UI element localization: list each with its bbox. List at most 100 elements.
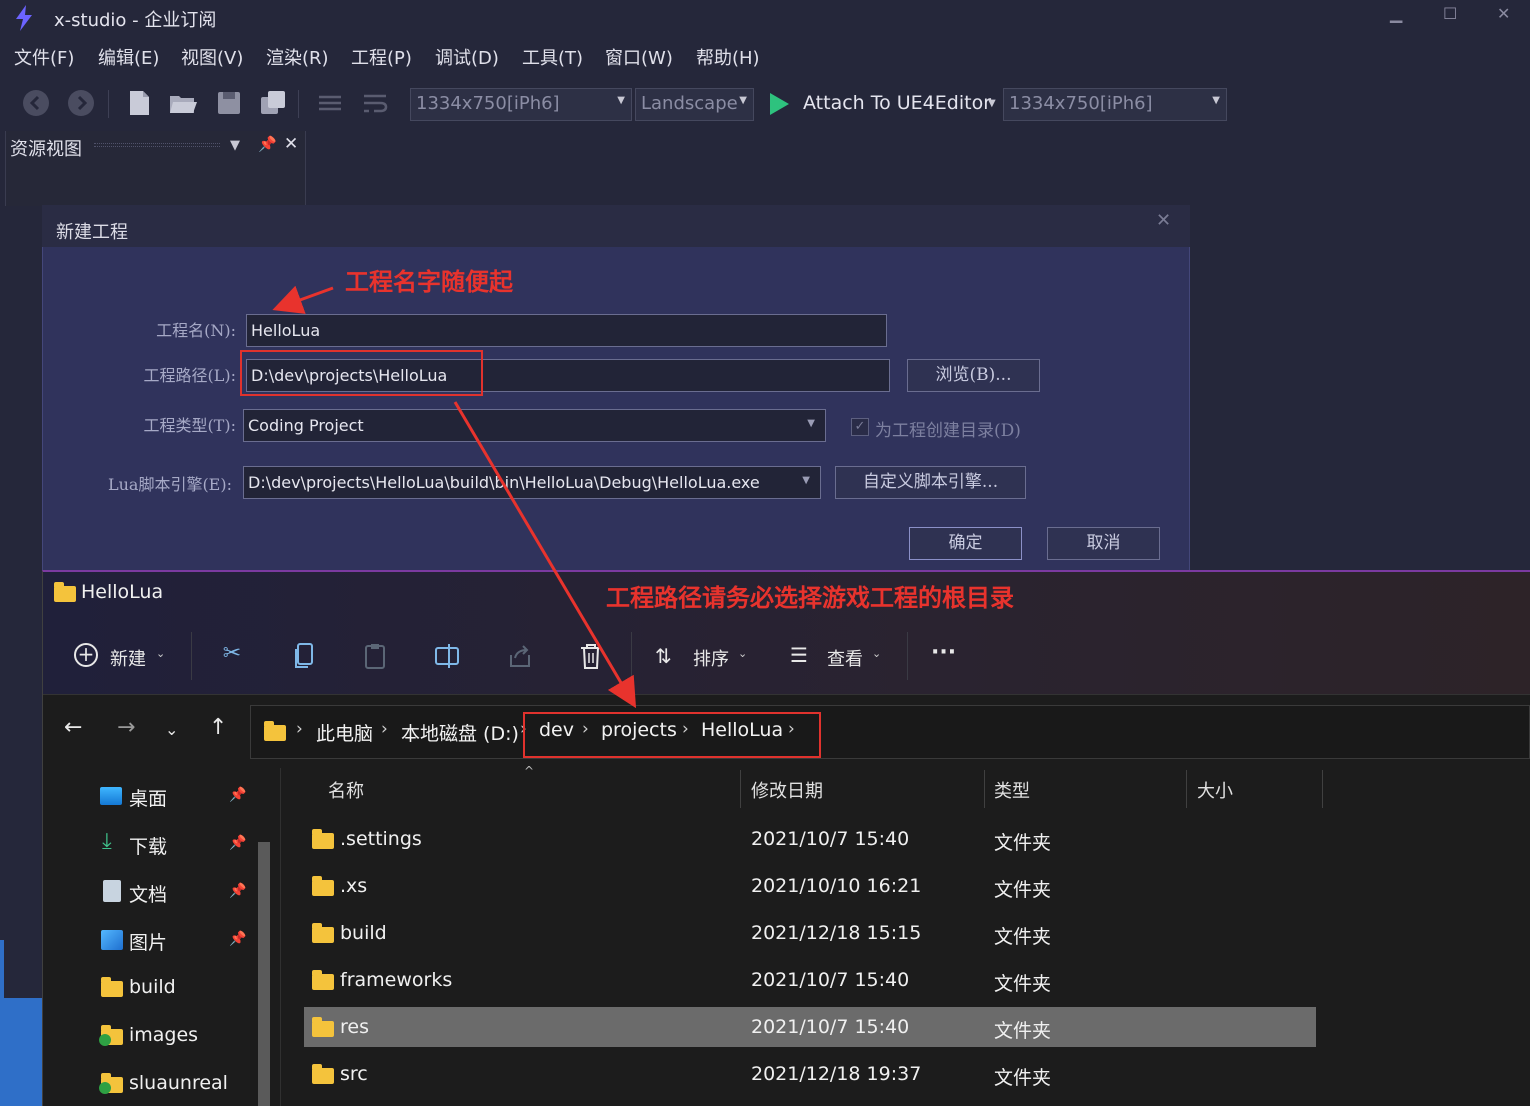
pin-icon[interactable]: 📌 (229, 931, 246, 947)
table-row[interactable]: src 2021/12/18 19:37 文件夹 (304, 1054, 1316, 1094)
resolution-select-2[interactable]: 1334x750[iPh6] ▼ (1003, 88, 1227, 121)
menu-debug[interactable]: 调试(D) (435, 44, 499, 70)
menu-view[interactable]: 视图(V) (181, 44, 243, 70)
forward-icon[interactable] (66, 88, 96, 118)
play-icon[interactable] (768, 92, 790, 116)
save-all-icon[interactable] (258, 88, 288, 118)
save-icon[interactable] (214, 88, 244, 118)
menu-project[interactable]: 工程(P) (351, 44, 412, 70)
open-folder-icon[interactable] (168, 88, 198, 118)
table-row[interactable]: build 2021/12/18 15:15 文件夹 (304, 913, 1316, 953)
table-row[interactable]: .xs 2021/10/10 16:21 文件夹 (304, 866, 1316, 906)
column-header-type[interactable]: 类型 (994, 777, 1030, 803)
table-row[interactable]: frameworks 2021/10/7 15:40 文件夹 (304, 960, 1316, 1000)
more-options-button[interactable]: ··· (931, 640, 956, 665)
cut-icon[interactable]: ✂ (217, 641, 247, 671)
nav-item-downloads[interactable]: 下载 (129, 832, 167, 859)
copy-icon[interactable] (292, 641, 318, 671)
menu-help[interactable]: 帮助(H) (696, 44, 760, 70)
delete-icon[interactable] (578, 641, 604, 671)
menu-file[interactable]: 文件(F) (14, 44, 74, 70)
dialog-close-icon[interactable]: ✕ (1156, 210, 1171, 231)
folder-icon (312, 970, 334, 990)
pane-divider[interactable] (280, 768, 281, 1106)
rename-icon[interactable] (434, 641, 462, 671)
resolution-select[interactable]: 1334x750[iPh6] ▼ (410, 88, 632, 121)
desktop-icon (100, 787, 122, 805)
column-separator[interactable] (1322, 770, 1323, 808)
list-icon[interactable] (315, 88, 345, 118)
nav-item-pictures[interactable]: 图片 (129, 928, 167, 955)
column-header-size[interactable]: 大小 (1197, 777, 1233, 803)
lua-engine-select[interactable]: D:\dev\projects\HelloLua\build\bin\Hello… (243, 466, 821, 499)
column-separator[interactable] (1186, 770, 1187, 808)
panel-dropdown-icon[interactable]: ▼ (230, 138, 240, 153)
breadcrumb-local-disk[interactable]: 本地磁盘 (D:) (401, 719, 519, 746)
breadcrumb-this-pc[interactable]: 此电脑 (316, 719, 373, 746)
folder-icon (264, 721, 286, 741)
new-file-icon[interactable] (124, 88, 154, 118)
panel-close-icon[interactable]: ✕ (284, 134, 298, 154)
attach-ue4editor-button[interactable]: Attach To UE4Editor (803, 92, 991, 114)
table-row-selected[interactable]: res 2021/10/7 15:40 文件夹 (304, 1007, 1316, 1047)
new-button[interactable]: 新建 (110, 645, 146, 671)
sort-arrows-icon[interactable]: ⇅ (655, 644, 672, 668)
table-row[interactable]: .settings 2021/10/7 15:40 文件夹 (304, 819, 1316, 859)
minimize-button[interactable]: ▁ (1390, 4, 1402, 23)
wrap-icon[interactable] (360, 88, 390, 118)
ok-button[interactable]: 确定 (909, 527, 1022, 560)
breadcrumb-chevron-icon[interactable]: › (296, 719, 303, 739)
share-icon[interactable] (507, 641, 533, 671)
nav-pane-scrollbar[interactable] (258, 842, 270, 1106)
pin-icon[interactable]: 📌 (229, 835, 246, 851)
nav-item-desktop[interactable]: 桌面 (129, 784, 167, 811)
pin-icon[interactable]: 📌 (229, 883, 246, 899)
project-name-input[interactable]: HelloLua (246, 314, 887, 347)
pin-icon[interactable]: 📌 (229, 787, 246, 803)
back-icon[interactable] (21, 88, 51, 118)
nav-item-documents[interactable]: 文档 (129, 880, 167, 907)
file-date: 2021/12/18 15:15 (751, 922, 922, 944)
file-type: 文件夹 (994, 832, 1052, 854)
menu-window[interactable]: 窗口(W) (605, 44, 673, 70)
menu-tools[interactable]: 工具(T) (522, 44, 583, 70)
custom-engine-button[interactable]: 自定义脚本引擎... (835, 466, 1026, 499)
nav-item-sluaunreal[interactable]: sluaunreal (129, 1072, 228, 1094)
back-arrow-icon[interactable]: ← (64, 715, 82, 740)
menu-render[interactable]: 渲染(R) (266, 44, 329, 70)
recent-chevron-icon[interactable]: ⌄ (165, 720, 178, 739)
paste-icon[interactable] (363, 641, 389, 671)
file-date: 2021/12/18 19:37 (751, 1063, 922, 1085)
column-header-name[interactable]: 名称 (328, 777, 364, 803)
chevron-down-icon: ⌄ (872, 647, 882, 660)
toolbar-separator (631, 632, 632, 680)
column-header-date[interactable]: 修改日期 (751, 777, 823, 803)
breadcrumb-chevron-icon[interactable]: › (381, 719, 388, 739)
panel-grip[interactable] (94, 143, 220, 147)
up-arrow-icon[interactable]: ↑ (209, 715, 227, 740)
orientation-select[interactable]: Landscape ▼ (635, 88, 754, 121)
attach-dropdown-icon[interactable]: ▼ (988, 98, 996, 109)
maximize-button[interactable]: ☐ (1443, 4, 1457, 23)
pin-icon[interactable]: 📌 (258, 135, 277, 153)
column-separator[interactable] (984, 770, 985, 808)
nav-item-images[interactable]: images (129, 1024, 198, 1046)
close-button[interactable]: ✕ (1497, 4, 1510, 23)
folder-icon (54, 582, 76, 602)
menu-edit[interactable]: 编辑(E) (98, 44, 159, 70)
nav-item-build[interactable]: build (129, 976, 176, 998)
cancel-button[interactable]: 取消 (1047, 527, 1160, 560)
folder-icon (312, 1017, 334, 1037)
view-lines-icon[interactable]: ☰ (790, 643, 808, 667)
file-name: build (340, 922, 387, 944)
column-separator[interactable] (740, 770, 741, 808)
annotation-project-path: 工程路径请务必选择游戏工程的根目录 (606, 584, 1014, 612)
file-date: 2021/10/7 15:40 (751, 828, 910, 850)
new-plus-icon[interactable]: + (74, 643, 98, 667)
view-button[interactable]: 查看 (827, 645, 863, 671)
browse-button[interactable]: 浏览(B)... (907, 359, 1040, 392)
sort-button[interactable]: 排序 (693, 645, 729, 671)
project-type-select[interactable]: Coding Project ▼ (243, 409, 826, 442)
create-dir-checkbox[interactable]: ✓ (851, 418, 869, 436)
forward-arrow-icon[interactable]: → (117, 715, 135, 740)
